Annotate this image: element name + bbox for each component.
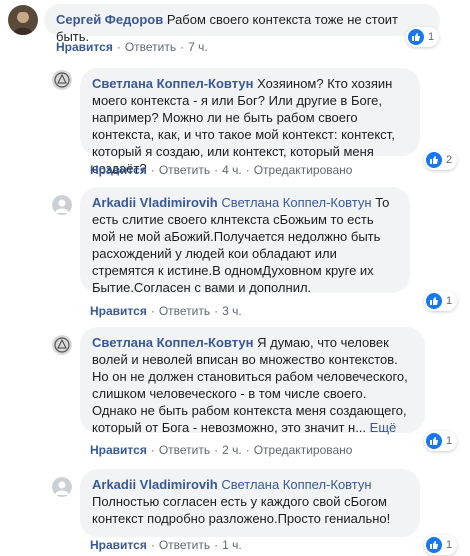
comment-actions: Нравится · Ответить · 3 ч.	[90, 304, 242, 318]
comment-author[interactable]: Светлана Коппел-Ковтун	[92, 335, 254, 350]
reaction-number: 1	[428, 31, 435, 43]
comment-author[interactable]: Arkadii Vladimirovih	[92, 195, 218, 210]
like-button[interactable]: Нравится	[90, 443, 147, 457]
comment-text: Я думаю, что человек волей и неволей впи…	[92, 335, 408, 435]
reply-button[interactable]: Ответить	[159, 304, 210, 318]
like-button[interactable]: Нравится	[90, 163, 147, 177]
comment-bubble: Arkadii Vladimirovih Светлана Коппел-Ков…	[80, 187, 410, 295]
comment: Arkadii Vladimirovih Светлана Коппел-Ков…	[0, 185, 470, 325]
comment-text: Хозяином? Кто хозяин моего контекста - я…	[92, 76, 395, 176]
comment: Arkadii Vladimirovih Светлана Коппел-Ков…	[0, 465, 470, 556]
avatar[interactable]	[52, 477, 72, 497]
comment-time[interactable]: 2 ч.	[222, 443, 242, 457]
avatar[interactable]	[52, 195, 72, 215]
avatar[interactable]	[52, 70, 72, 90]
reply-button[interactable]: Ответить	[159, 538, 210, 552]
comment-text: Полностью согласен есть у каждого свой с…	[92, 494, 391, 526]
reaction-number: 2	[446, 154, 453, 166]
reaction-count[interactable]: 1	[424, 291, 458, 311]
comment-time[interactable]: 1 ч.	[222, 538, 242, 552]
comment-author[interactable]: Arkadii Vladimirovih	[92, 477, 218, 492]
reaction-count[interactable]: 2	[424, 150, 458, 170]
like-button[interactable]: Нравится	[56, 40, 113, 54]
comment-time[interactable]: 3 ч.	[222, 304, 242, 318]
edited-label[interactable]: Отредактировано	[254, 163, 353, 177]
reply-button[interactable]: Ответить	[159, 443, 210, 457]
comment-actions: Нравится · Ответить · 1 ч.	[90, 538, 242, 552]
see-more-link[interactable]: Ещё	[370, 420, 397, 435]
avatar[interactable]	[8, 5, 38, 35]
comment-bubble: Светлана Коппел-Ковтун Хозяином? Кто хоз…	[80, 68, 420, 176]
comment-author[interactable]: Светлана Коппел-Ковтун	[92, 76, 254, 91]
comment-actions: Нравится · Ответить · 2 ч. · Отредактировано	[90, 443, 353, 457]
like-button[interactable]: Нравится	[90, 304, 147, 318]
reaction-count[interactable]: 1	[424, 431, 458, 451]
comment-bubble: Arkadii Vladimirovih Светлана Коппел-Ков…	[80, 469, 420, 537]
comment: Светлана Коппел-Ковтун Я думаю, что чело…	[0, 325, 470, 465]
comment-time[interactable]: 7 ч.	[188, 40, 208, 54]
edited-label[interactable]: Отредактировано	[254, 443, 353, 457]
like-icon	[408, 29, 424, 45]
comment-text: То есть слитие своего клнтекста сБожьим …	[92, 195, 390, 295]
comment-actions: Нравится · Ответить · 7 ч.	[56, 40, 208, 54]
reply-button[interactable]: Ответить	[159, 163, 210, 177]
like-icon	[426, 293, 442, 309]
comment-time[interactable]: 4 ч.	[222, 163, 242, 177]
comment: Сергей Федоров Рабом своего контекста то…	[0, 0, 470, 60]
like-icon	[426, 433, 442, 449]
comment-author[interactable]: Сергей Федоров	[56, 12, 163, 27]
reply-button[interactable]: Ответить	[125, 40, 176, 54]
reaction-number: 1	[446, 295, 453, 307]
comment-bubble: Светлана Коппел-Ковтун Я думаю, что чело…	[80, 327, 425, 435]
reaction-count[interactable]: 1	[406, 27, 440, 47]
reaction-number: 1	[446, 435, 453, 447]
comment-mention[interactable]: Светлана Коппел-Ковтун	[221, 477, 371, 492]
reaction-count[interactable]: 1	[424, 535, 458, 555]
comment: Светлана Коппел-Ковтун Хозяином? Кто хоз…	[0, 60, 470, 185]
comment-mention[interactable]: Светлана Коппел-Ковтун	[221, 195, 371, 210]
comment-bubble: Сергей Федоров Рабом своего контекста то…	[44, 4, 440, 44]
avatar[interactable]	[52, 335, 72, 355]
reaction-number: 1	[446, 539, 453, 551]
comment-actions: Нравится · Ответить · 4 ч. · Отредактировано	[90, 163, 353, 177]
like-icon	[426, 152, 442, 168]
like-button[interactable]: Нравится	[90, 538, 147, 552]
like-icon	[426, 537, 442, 553]
